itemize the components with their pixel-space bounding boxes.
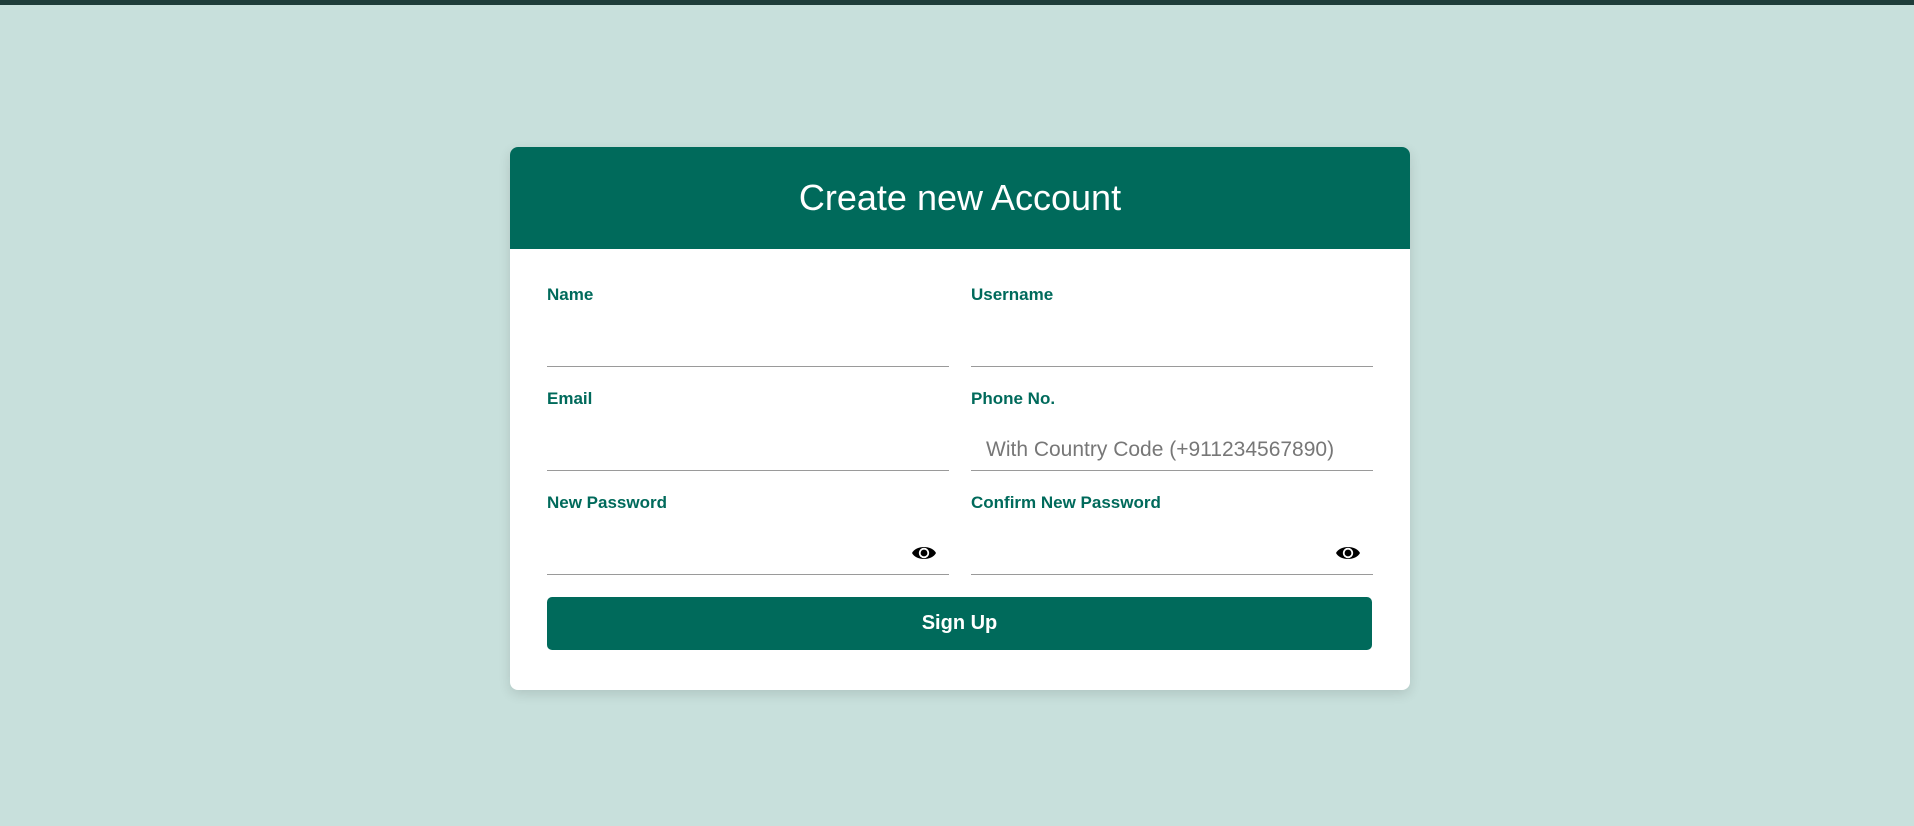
new-password-label: New Password <box>547 493 667 512</box>
name-label: Name <box>547 285 594 304</box>
username-label: Username <box>971 285 1054 304</box>
phone-label: Phone No. <box>971 389 1056 408</box>
new-password-field-group: New Password <box>547 493 949 597</box>
phone-input[interactable] <box>971 429 1373 470</box>
card-header: Create new Account <box>510 147 1410 249</box>
email-field-group: Email <box>547 389 949 493</box>
username-input-wrap <box>971 325 1373 367</box>
eye-icon[interactable] <box>911 543 937 563</box>
top-bar <box>0 0 1914 5</box>
email-input-wrap <box>547 429 949 471</box>
name-input[interactable] <box>547 325 949 366</box>
username-field-group: Username <box>971 285 1373 389</box>
confirm-password-input[interactable] <box>971 533 1373 574</box>
confirm-password-label: Confirm New Password <box>971 493 1161 512</box>
new-password-input[interactable] <box>547 533 949 574</box>
confirm-password-field-group: Confirm New Password <box>971 493 1373 597</box>
name-input-wrap <box>547 325 949 367</box>
new-password-input-wrap <box>547 533 949 575</box>
page-title: Create new Account <box>798 177 1122 218</box>
email-label: Email <box>547 389 593 408</box>
sign-up-button[interactable]: Sign Up <box>547 597 1372 650</box>
signup-form: Name Username Email Phone No. With Count… <box>510 285 1410 650</box>
email-input[interactable] <box>547 429 949 470</box>
signup-card: Create new Account Name Username Email P… <box>510 147 1410 690</box>
eye-icon[interactable] <box>1335 543 1361 563</box>
form-grid: Name Username Email Phone No. With Count… <box>547 285 1373 597</box>
phone-field-group: Phone No. <box>971 389 1373 493</box>
username-input[interactable] <box>971 325 1373 366</box>
phone-input-wrap <box>971 429 1373 471</box>
name-field-group: Name <box>547 285 949 389</box>
confirm-password-input-wrap <box>971 533 1373 575</box>
